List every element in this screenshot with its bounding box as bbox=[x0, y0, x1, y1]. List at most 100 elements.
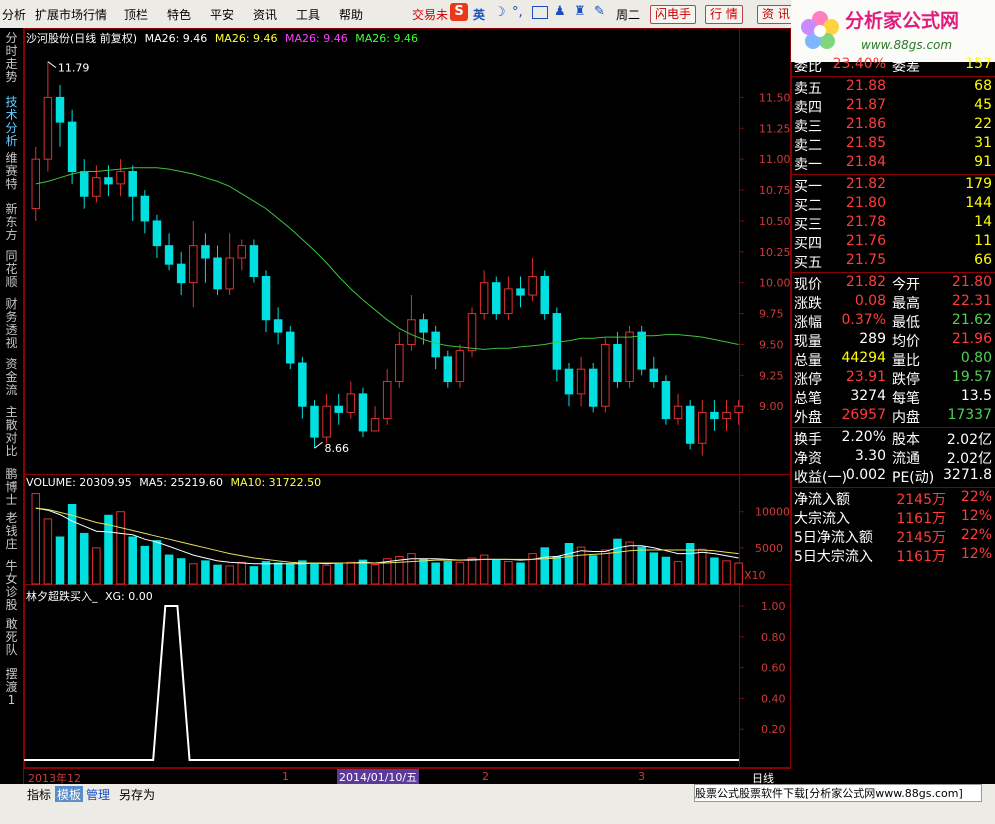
ma-label-3: MA26: 9.46 bbox=[285, 32, 348, 45]
volume-bar bbox=[201, 560, 210, 585]
candle-body bbox=[31, 158, 41, 210]
left-tab-8[interactable]: 鹏博士 bbox=[2, 468, 21, 507]
buy-price: 21.78 bbox=[845, 214, 886, 230]
volume-bar bbox=[31, 493, 41, 585]
stat-value: 23.91 bbox=[845, 369, 886, 385]
left-tab-9[interactable]: 老钱庄 bbox=[2, 512, 21, 551]
tab-save-as[interactable]: 另存为 bbox=[119, 786, 155, 803]
volume-value: VOLUME: 20309.95 bbox=[26, 476, 132, 489]
buy-price: 21.80 bbox=[845, 195, 886, 211]
volume-bar bbox=[189, 563, 198, 585]
stat-label-2: 均价 bbox=[892, 334, 920, 350]
stat-row: 总量 44294 量比 0.80 bbox=[792, 350, 995, 369]
left-tab-6[interactable]: 资金流 bbox=[2, 358, 21, 397]
moon-icon[interactable]: ☽ bbox=[494, 5, 506, 20]
flow-pct: 22% bbox=[960, 527, 992, 543]
chart-area[interactable]: 11.50 11.25 11.00 10.75 10.50 10.25 10.00 9.75 9… bbox=[24, 28, 791, 784]
ime-mode[interactable]: 英 bbox=[473, 6, 485, 23]
buy-row: 买五 21.75 66 bbox=[792, 252, 995, 271]
candle-body bbox=[710, 411, 719, 420]
left-tab-10[interactable]: 牛女诊股 bbox=[2, 560, 21, 612]
fund-value-2: 2.02亿 bbox=[946, 432, 992, 448]
volume-bar bbox=[710, 557, 719, 585]
left-tab-11[interactable]: 敢死队 bbox=[2, 618, 21, 657]
user-icon[interactable]: ♟ bbox=[554, 4, 566, 19]
sell-row: 卖三 21.86 22 bbox=[792, 116, 995, 135]
indicator-panel-border bbox=[24, 584, 791, 768]
trade-status[interactable]: 交易未 bbox=[412, 6, 448, 23]
flow-pct: 12% bbox=[960, 546, 992, 562]
left-tab-12[interactable]: 摆渡1 bbox=[2, 668, 21, 707]
punctuation-icon[interactable]: °, bbox=[512, 5, 523, 20]
buy-price: 21.76 bbox=[845, 233, 886, 249]
volume-bar bbox=[588, 555, 598, 585]
tab-template[interactable]: 模板 bbox=[55, 786, 84, 803]
candle-body bbox=[164, 245, 174, 265]
candle-body bbox=[698, 411, 707, 444]
left-tab-1[interactable]: 技术分析 bbox=[2, 96, 21, 148]
menu-features[interactable]: 特色 bbox=[167, 6, 191, 23]
stat-label-2: 每笔 bbox=[892, 391, 920, 407]
volume-bar bbox=[237, 561, 247, 585]
buy-vol: 14 bbox=[974, 214, 992, 230]
quote-button[interactable]: 行 情 bbox=[705, 5, 743, 24]
stat-value: 3274 bbox=[850, 388, 886, 404]
date-label-mar: 3 bbox=[638, 770, 645, 783]
menu-extended-market[interactable]: 扩展市场行情 bbox=[35, 6, 107, 23]
wrench-icon[interactable]: ✎ bbox=[594, 4, 605, 19]
indicator-xg: XG: 0.00 bbox=[105, 590, 153, 603]
stat-value-2: 19.57 bbox=[951, 369, 992, 385]
left-tab-0[interactable]: 分时走势 bbox=[2, 32, 21, 84]
menu-top-bar[interactable]: 顶栏 bbox=[124, 6, 148, 23]
price-axis-label-4: 10.50 bbox=[759, 215, 791, 228]
tab-indicator[interactable]: 指标 bbox=[27, 786, 51, 803]
shirt-icon[interactable]: ♜ bbox=[574, 4, 586, 19]
menu-news[interactable]: 资讯 bbox=[253, 6, 277, 23]
stat-label: 涨幅 bbox=[794, 315, 822, 331]
left-tab-7[interactable]: 主散对比 bbox=[2, 406, 21, 458]
menu-pingan[interactable]: 平安 bbox=[210, 6, 234, 23]
menu-help[interactable]: 帮助 bbox=[339, 6, 363, 23]
tab-manage[interactable]: 管理 bbox=[86, 786, 110, 803]
sell-vol: 31 bbox=[974, 135, 992, 151]
left-tab-5[interactable]: 财务透视 bbox=[2, 298, 21, 350]
price-axis-label-10: 9.00 bbox=[759, 400, 784, 413]
candle-body bbox=[79, 171, 89, 197]
menu-tools[interactable]: 工具 bbox=[296, 6, 320, 23]
volume-bar bbox=[443, 561, 453, 585]
volume-bar bbox=[455, 561, 465, 585]
volume-title: VOLUME: 20309.95 MA5: 25219.60 MA10: 317… bbox=[26, 476, 321, 489]
buy-vol: 179 bbox=[965, 176, 992, 192]
sogou-icon[interactable]: S bbox=[450, 3, 468, 21]
news-button[interactable]: 资 讯 bbox=[757, 5, 795, 24]
max-price-label: 11.79 bbox=[58, 62, 90, 75]
volume-bar bbox=[92, 547, 101, 585]
volume-bar bbox=[225, 565, 234, 585]
left-tab-3[interactable]: 新东方 bbox=[2, 203, 21, 242]
stat-label: 总量 bbox=[794, 353, 822, 369]
keyboard-icon[interactable] bbox=[532, 6, 548, 19]
sep-3 bbox=[792, 272, 995, 273]
promo-banner[interactable]: 股票公式股票软件下载[分析家公式网www.88gs.com] bbox=[694, 784, 982, 802]
fund-label-2: 股本 bbox=[892, 432, 920, 448]
flash-trade-button[interactable]: 闪电手 bbox=[650, 5, 697, 24]
volume-bar bbox=[346, 561, 356, 585]
volume-ma5: MA5: 25219.60 bbox=[139, 476, 223, 489]
stat-label: 现价 bbox=[794, 277, 822, 293]
candle-body bbox=[176, 263, 186, 284]
kline-title: 沙河股份(日线 前复权) MA26: 9.46 MA26: 9.46 MA26:… bbox=[26, 30, 418, 46]
flow-row: 大宗流入 1161万 12% bbox=[792, 508, 995, 527]
volume-bar bbox=[370, 563, 380, 585]
fund-value: 0.002 bbox=[845, 467, 886, 483]
left-tab-4[interactable]: 同花顺 bbox=[2, 250, 21, 289]
ma26-line bbox=[35, 167, 739, 350]
weibi-row: 委比 23.40% 委差 157 bbox=[792, 56, 995, 75]
menu-analysis[interactable]: 分析 bbox=[2, 6, 26, 23]
weicha-value: 157 bbox=[965, 56, 992, 72]
chart-svg: 11.50 11.25 11.00 10.75 10.50 10.25 10.00 9.75 9… bbox=[24, 28, 791, 768]
candle-body bbox=[67, 121, 77, 173]
max-marker-line bbox=[47, 61, 57, 68]
candle-body bbox=[467, 313, 477, 352]
stat-value-2: 17337 bbox=[947, 407, 992, 423]
left-tab-2[interactable]: 维赛特 bbox=[2, 152, 21, 191]
